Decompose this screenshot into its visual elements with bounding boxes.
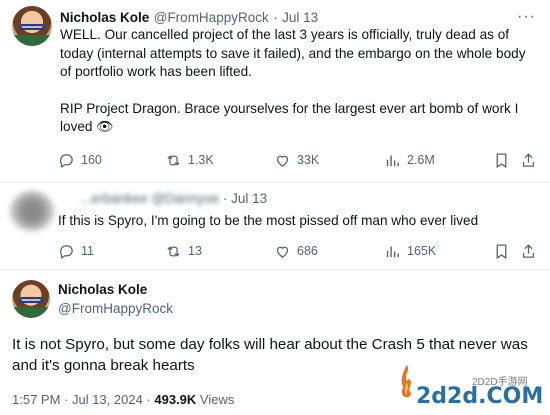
author-name[interactable]: Nicholas Kole xyxy=(60,10,149,25)
reply-icon xyxy=(60,244,73,259)
separator: · xyxy=(222,191,228,206)
reply-count: 11 xyxy=(81,244,94,258)
tweet-date[interactable]: Jul 13 xyxy=(231,191,267,206)
reply-button[interactable]: 160 xyxy=(58,152,102,169)
views-count: 165K xyxy=(407,244,437,258)
avatar[interactable] xyxy=(12,6,52,46)
eye-emoji: 👁 xyxy=(96,119,114,134)
tweet-meta: 1:57 PM · Jul 13, 2024 · 493.9K Views xyxy=(12,392,234,407)
site-watermark: 2D2D手游网 2d2d.COM xyxy=(398,353,548,413)
author-handle[interactable]: @FromHappyRock xyxy=(154,10,269,25)
tweet-paragraph-2-text: RIP Project Dragon. Brace yourselves for… xyxy=(60,100,519,135)
separator: · xyxy=(273,10,278,25)
views-count: 493.9K xyxy=(154,392,197,407)
views-button[interactable]: 165K xyxy=(384,243,436,260)
share-button[interactable] xyxy=(520,152,537,169)
more-icon[interactable]: ··· xyxy=(517,8,536,26)
bookmark-icon xyxy=(496,243,507,259)
author-name[interactable]: Nicholas Kole xyxy=(58,282,147,297)
flame-logo-icon xyxy=(401,364,411,398)
bookmark-icon xyxy=(496,152,507,168)
glasses-decoration xyxy=(18,296,44,303)
glasses-decoration xyxy=(19,23,45,30)
tweet-date[interactable]: Jul 13 xyxy=(282,10,318,25)
tweet-paragraph-1: WELL. Our cancelled project of the last … xyxy=(60,27,526,79)
tweet-text: WELL. Our cancelled project of the last … xyxy=(60,26,538,137)
watermark-main-text: 2d2d.COM xyxy=(416,384,544,409)
tweet-header: Nicholas Kole @FromHappyRock · Jul 13 xyxy=(60,9,318,27)
like-icon xyxy=(276,155,289,167)
views-button[interactable]: 2.6M xyxy=(384,152,435,169)
reply-button[interactable]: 11 xyxy=(58,243,94,260)
like-button[interactable]: 33K xyxy=(274,152,319,169)
share-icon xyxy=(522,152,535,167)
reply-icon xyxy=(60,153,73,168)
author-handle[interactable]: @FromHappyRock xyxy=(58,301,173,316)
shirt-decoration xyxy=(12,34,52,46)
views-count: 2.6M xyxy=(407,153,435,167)
repost-count: 13 xyxy=(188,244,202,258)
repost-icon xyxy=(167,245,180,257)
like-button[interactable]: 686 xyxy=(274,243,318,260)
share-button[interactable] xyxy=(520,243,537,260)
repost-button[interactable]: 1.3K xyxy=(165,152,214,169)
views-icon xyxy=(386,155,399,166)
share-icon xyxy=(522,243,535,258)
repost-icon xyxy=(167,154,180,166)
like-count: 33K xyxy=(297,153,320,167)
repost-button[interactable]: 13 xyxy=(165,243,202,260)
bookmark-button[interactable] xyxy=(493,152,510,169)
tweet-paragraph-2: RIP Project Dragon. Brace yourselves for… xyxy=(60,100,538,137)
tweet-main[interactable]: Nicholas Kole @FromHappyRock · Jul 13 ··… xyxy=(0,0,550,182)
author-handle-blurred[interactable]: @Dannyoe xyxy=(151,191,219,206)
like-icon xyxy=(276,246,289,258)
tweet-actions: 11 13 686 165K xyxy=(0,241,550,261)
reply-count: 160 xyxy=(81,153,102,167)
author-name-blurred[interactable]: ...erbankee xyxy=(80,191,148,206)
shirt-decoration xyxy=(12,307,50,318)
views-icon xyxy=(386,246,399,257)
tweet-header: ...erbankee @Dannyoe · Jul 13 xyxy=(80,191,267,206)
avatar-blurred[interactable] xyxy=(10,191,54,231)
avatar[interactable] xyxy=(12,280,50,318)
repost-count: 1.3K xyxy=(188,153,214,167)
bookmark-button[interactable] xyxy=(493,243,510,260)
tweet-actions: 160 1.3K 33K 2.6M xyxy=(0,150,550,170)
tweet-reply[interactable]: ...erbankee @Dannyoe · Jul 13 If this is… xyxy=(0,183,550,268)
tweet-timestamp[interactable]: 1:57 PM · Jul 13, 2024 · xyxy=(12,392,151,407)
tweet-text: If this is Spyro, I'm going to be the mo… xyxy=(58,213,479,228)
views-label: Views xyxy=(199,392,235,407)
like-count: 686 xyxy=(297,244,318,258)
